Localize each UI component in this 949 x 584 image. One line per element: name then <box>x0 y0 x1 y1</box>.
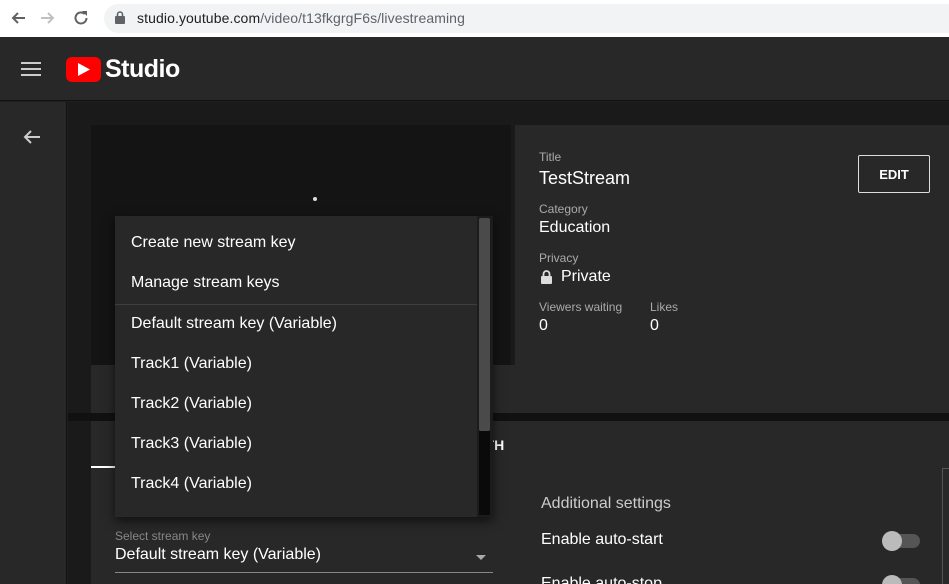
menu-item-create-stream-key[interactable]: Create new stream key <box>115 223 477 263</box>
autostart-toggle[interactable] <box>882 531 920 551</box>
dropdown-scrollbar-track-end <box>479 431 490 515</box>
title-value: TestStream <box>539 168 631 188</box>
menu-item-track1[interactable]: Track1 (Variable) <box>115 344 477 384</box>
arrow-right-icon <box>41 12 55 24</box>
menu-item-track3[interactable]: Track3 (Variable) <box>115 424 477 464</box>
category-label: Category <box>539 202 588 216</box>
viewers-waiting-label: Viewers waiting <box>539 300 623 314</box>
tab-active-indicator <box>91 466 115 468</box>
url-path: /video/t13fkgrgF6s/livestreaming <box>260 10 465 26</box>
url-text: studio.youtube.com/video/t13fkgrgF6s/liv… <box>137 10 465 26</box>
additional-settings-title: Additional settings <box>541 495 671 512</box>
loading-dot <box>313 197 317 201</box>
browser-forward-button[interactable] <box>38 8 58 28</box>
autostop-label: Enable auto-stop <box>541 575 662 584</box>
viewers-waiting-value: 0 <box>539 317 548 334</box>
arrow-left-icon <box>23 130 40 144</box>
stream-key-select[interactable]: Default stream key (Variable) <box>115 546 321 564</box>
youtube-play-icon <box>66 57 101 82</box>
stream-key-select-label: Select stream key <box>115 529 211 543</box>
likes-label: Likes <box>650 300 679 314</box>
reload-icon <box>74 11 88 25</box>
menu-icon[interactable] <box>21 62 41 76</box>
lock-icon <box>115 11 125 24</box>
select-underline <box>115 572 493 573</box>
lock-icon <box>541 270 552 284</box>
autostop-toggle[interactable] <box>882 575 920 584</box>
title-label: Title <box>539 150 562 164</box>
logo-text: Studio <box>105 55 180 83</box>
panel-edge <box>942 468 949 584</box>
back-button[interactable] <box>22 127 42 147</box>
menu-item-track2[interactable]: Track2 (Variable) <box>115 384 477 424</box>
edit-button[interactable]: EDIT <box>858 155 930 193</box>
menu-item-default-stream-key[interactable]: Default stream key (Variable) <box>115 304 477 344</box>
menu-item-track4[interactable]: Track4 (Variable) <box>115 464 477 504</box>
dropdown-scrollbar-thumb[interactable] <box>479 218 490 431</box>
url-host: studio.youtube.com <box>137 10 261 26</box>
arrow-left-icon <box>11 12 25 24</box>
studio-logo[interactable]: Studio <box>66 55 180 84</box>
privacy-value: Private <box>561 268 611 285</box>
browser-back-button[interactable] <box>8 8 28 28</box>
stream-key-dropdown: Create new stream key Manage stream keys… <box>115 216 493 517</box>
browser-reload-button[interactable] <box>71 8 91 28</box>
sidebar <box>0 102 67 584</box>
likes-value: 0 <box>650 317 659 334</box>
category-value: Education <box>539 219 611 236</box>
autostart-label: Enable auto-start <box>541 531 663 548</box>
menu-item-manage-stream-keys[interactable]: Manage stream keys <box>115 263 477 303</box>
privacy-label: Privacy <box>539 251 579 265</box>
dropdown-arrow-icon[interactable] <box>476 555 486 560</box>
